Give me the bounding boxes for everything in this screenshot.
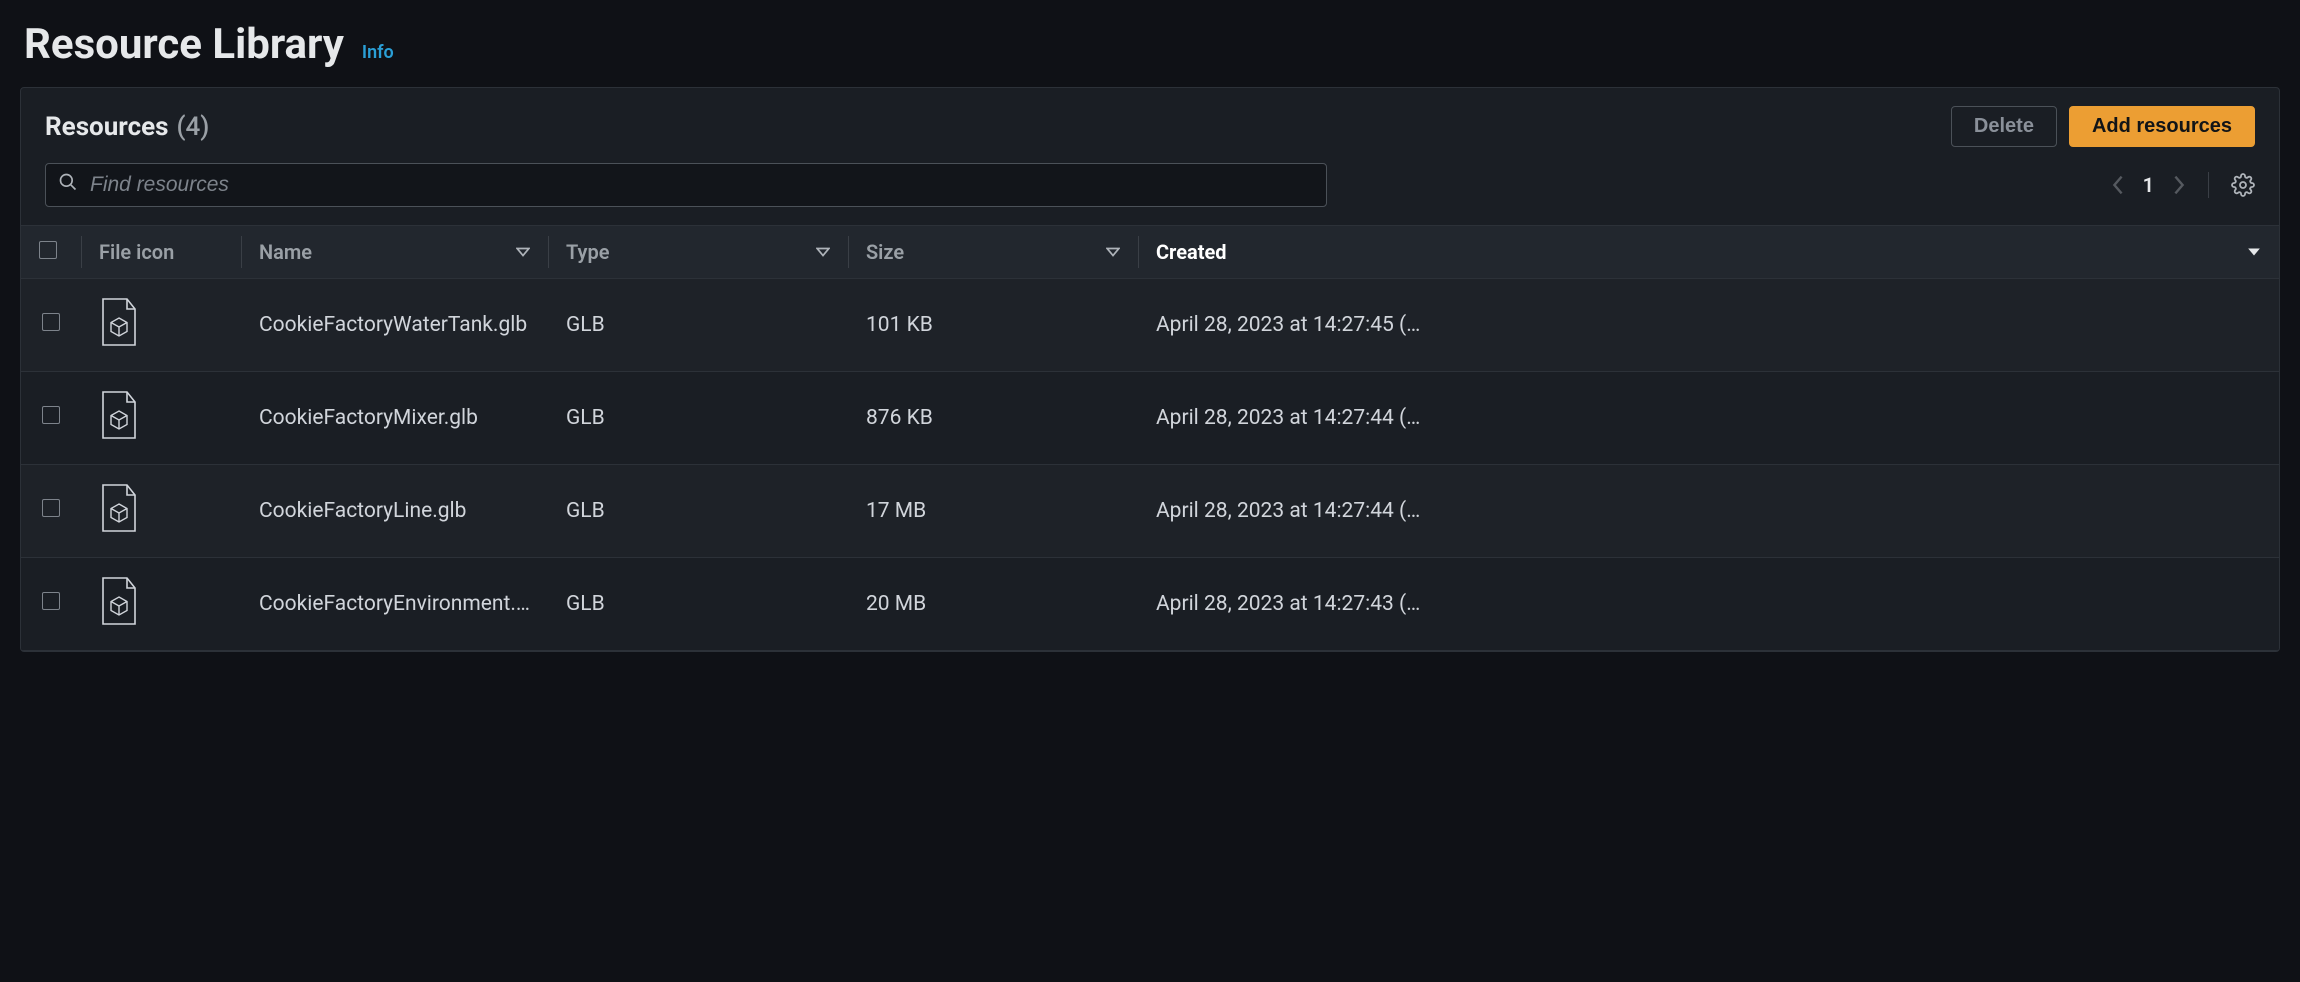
row-checkbox[interactable] [42, 313, 60, 331]
pager: 1 [2111, 172, 2255, 198]
header-name[interactable]: Name [241, 226, 548, 279]
row-size: 101 KB [848, 279, 1138, 372]
table-row[interactable]: CookieFactoryWaterTank.glbGLB101 KBApril… [21, 279, 2279, 372]
header-name-label: Name [259, 240, 312, 264]
select-all-checkbox[interactable] [39, 241, 57, 259]
info-link[interactable]: Info [362, 42, 394, 63]
table-header-row: File icon Name Type [21, 226, 2279, 279]
header-size-label: Size [866, 240, 904, 264]
row-type: GLB [548, 558, 848, 651]
row-size: 20 MB [848, 558, 1138, 651]
search-icon [58, 172, 78, 198]
row-select-cell[interactable] [21, 372, 81, 465]
add-resources-button[interactable]: Add resources [2069, 106, 2255, 147]
pager-prev-icon[interactable] [2111, 174, 2125, 196]
row-file-icon-cell [81, 558, 241, 651]
header-file-icon-label: File icon [99, 240, 174, 264]
page-title: Resource Library [24, 20, 344, 69]
row-size: 17 MB [848, 465, 1138, 558]
row-checkbox[interactable] [42, 592, 60, 610]
panel-header: Resources (4) Delete Add resources [21, 88, 2279, 159]
row-name: CookieFactoryLine.glb [241, 465, 548, 558]
search-wrap[interactable] [45, 163, 1327, 207]
header-size[interactable]: Size [848, 226, 1138, 279]
row-file-icon-cell [81, 372, 241, 465]
search-row: 1 [21, 159, 2279, 225]
page-header: Resource Library Info [20, 20, 2280, 69]
row-created: April 28, 2023 at 14:27:44 (… [1138, 372, 2279, 465]
sort-icon [516, 245, 530, 259]
file-icon [99, 608, 139, 632]
row-file-icon-cell [81, 279, 241, 372]
panel-count: (4) [177, 112, 210, 142]
sort-icon [1106, 245, 1120, 259]
row-name: CookieFactoryWaterTank.glb [241, 279, 548, 372]
row-size: 876 KB [848, 372, 1138, 465]
search-input[interactable] [90, 173, 1314, 197]
panel-title-wrap: Resources (4) [45, 112, 209, 142]
row-name: CookieFactoryEnvironment.… [241, 558, 548, 651]
row-select-cell[interactable] [21, 558, 81, 651]
header-created-label: Created [1156, 240, 1227, 264]
row-type: GLB [548, 279, 848, 372]
pager-divider [2208, 172, 2209, 198]
pager-current: 1 [2143, 173, 2154, 197]
row-created: April 28, 2023 at 14:27:43 (… [1138, 558, 2279, 651]
file-icon [99, 329, 139, 353]
row-checkbox[interactable] [42, 406, 60, 424]
row-created: April 28, 2023 at 14:27:45 (… [1138, 279, 2279, 372]
pager-next-icon[interactable] [2172, 174, 2186, 196]
delete-button[interactable]: Delete [1951, 106, 2057, 147]
header-type[interactable]: Type [548, 226, 848, 279]
row-select-cell[interactable] [21, 465, 81, 558]
panel-title: Resources [45, 112, 169, 142]
row-created: April 28, 2023 at 14:27:44 (… [1138, 465, 2279, 558]
sort-icon [816, 245, 830, 259]
header-type-label: Type [566, 240, 609, 264]
row-type: GLB [548, 465, 848, 558]
resources-table: File icon Name Type [21, 225, 2279, 651]
row-select-cell[interactable] [21, 279, 81, 372]
row-checkbox[interactable] [42, 499, 60, 517]
header-created[interactable]: Created [1138, 226, 2279, 279]
sort-desc-icon [2247, 245, 2261, 259]
row-type: GLB [548, 372, 848, 465]
table-row[interactable]: CookieFactoryEnvironment.…GLB20 MBApril … [21, 558, 2279, 651]
header-select-all[interactable] [21, 226, 81, 279]
row-file-icon-cell [81, 465, 241, 558]
header-file-icon[interactable]: File icon [81, 226, 241, 279]
row-name: CookieFactoryMixer.glb [241, 372, 548, 465]
table-row[interactable]: CookieFactoryLine.glbGLB17 MBApril 28, 2… [21, 465, 2279, 558]
resources-panel: Resources (4) Delete Add resources 1 [20, 87, 2280, 652]
settings-icon[interactable] [2231, 173, 2255, 197]
file-icon [99, 515, 139, 539]
file-icon [99, 422, 139, 446]
panel-actions: Delete Add resources [1951, 106, 2255, 147]
table-row[interactable]: CookieFactoryMixer.glbGLB876 KBApril 28,… [21, 372, 2279, 465]
